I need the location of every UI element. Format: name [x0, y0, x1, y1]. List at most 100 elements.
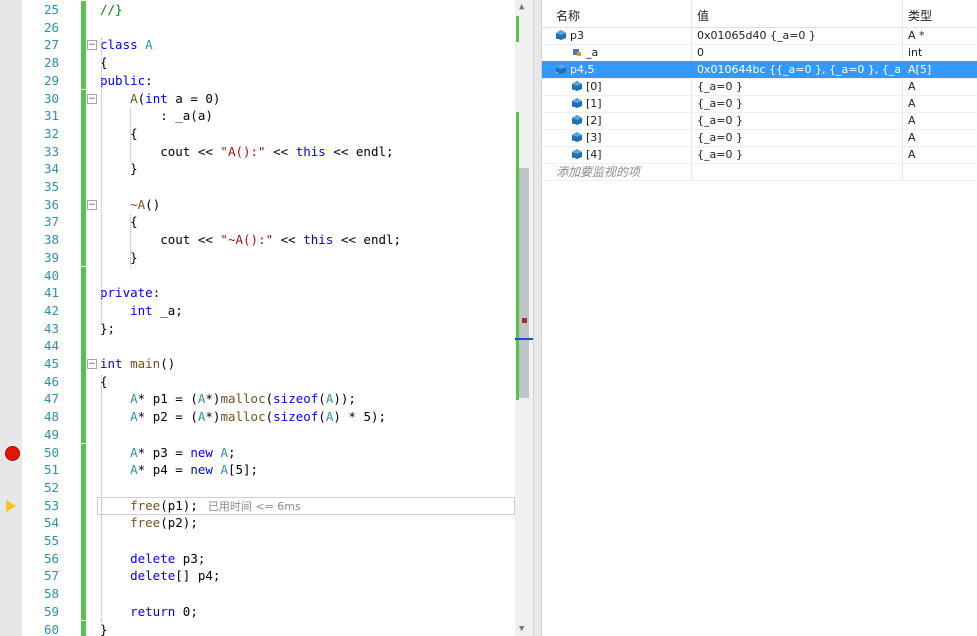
code-line[interactable]: 32 { — [0, 124, 515, 143]
code-line[interactable]: 51 A* p4 = new A[5]; — [0, 461, 515, 479]
code-text: A* p1 = (A*)malloc(sizeof(A)); — [130, 391, 356, 407]
line-number: 49 — [43, 426, 59, 442]
line-number: 48 — [43, 409, 59, 425]
code-line[interactable]: 48 A* p2 = (A*)malloc(sizeof(A) * 5); — [0, 408, 515, 426]
watch-name: _a — [586, 46, 599, 59]
code-line[interactable]: 35 — [0, 178, 515, 196]
column-header-type[interactable]: 类型 — [908, 7, 932, 24]
code-line[interactable]: 46{ — [0, 372, 515, 391]
code-line[interactable]: 43}; — [0, 319, 515, 338]
watch-row[interactable]: ▷[1]{_a=0 }A — [542, 95, 977, 113]
watch-value[interactable]: {_a=0 } — [697, 148, 900, 161]
watch-value[interactable]: 0x010644bc {{_a=0 }, {_a=0 }, {_a=0 }, {… — [697, 63, 900, 76]
scroll-up-arrow-icon[interactable]: ▲ — [519, 2, 524, 12]
change-indicator — [81, 142, 86, 161]
watch-row[interactable]: ▷[4]{_a=0 }A — [542, 146, 977, 164]
code-line[interactable]: 27 − class A — [0, 36, 515, 55]
editor-vertical-scrollbar[interactable]: ▲ ▼ — [515, 0, 533, 636]
watch-type: A[5] — [908, 63, 932, 76]
watch-value[interactable]: 0 — [697, 46, 900, 59]
watch-value[interactable]: 0x01065d40 {_a=0 } — [697, 29, 900, 42]
watch-value[interactable]: {_a=0 } — [697, 97, 900, 110]
watch-name: [4] — [586, 148, 602, 161]
collapse-icon[interactable]: − — [87, 199, 97, 210]
code-line[interactable]: 53 free(p1); 已用时间 <= 6ms — [0, 496, 515, 515]
line-number: 40 — [43, 267, 59, 283]
code-text: free(p2); — [130, 515, 198, 531]
object-icon — [572, 115, 582, 125]
change-indicator — [81, 461, 86, 479]
watch-name: [0] — [586, 80, 602, 93]
change-indicator — [81, 355, 86, 373]
code-line[interactable]: 49 — [0, 425, 515, 444]
code-line[interactable]: 50 A* p3 = new A; — [0, 443, 515, 462]
code-line[interactable]: 57 delete[] p4; — [0, 567, 515, 586]
watch-type: A — [908, 97, 916, 110]
code-text: : _a(a) — [100, 108, 213, 124]
code-text: cout << "A():" << this << endl; — [100, 143, 394, 159]
code-line[interactable]: 59 return 0; — [0, 602, 515, 621]
code-line[interactable]: 31 : _a(a) — [0, 107, 515, 125]
object-icon — [572, 81, 582, 91]
elapsed-time-hint: 已用时间 <= 6ms — [207, 499, 301, 513]
collapse-icon[interactable]: − — [87, 93, 97, 104]
line-number: 60 — [43, 621, 59, 636]
code-line[interactable]: 58 — [0, 585, 515, 603]
change-indicator — [81, 319, 86, 338]
code-line[interactable]: 41 private: — [0, 284, 515, 302]
line-number: 45 — [43, 356, 59, 371]
watch-row[interactable]: ▷[3]{_a=0 }A — [542, 129, 977, 147]
code-line[interactable]: 56 delete p3; — [0, 549, 515, 568]
watch-value[interactable]: {_a=0 } — [697, 114, 900, 127]
collapse-icon[interactable]: − — [87, 40, 97, 51]
line-number: 27 — [43, 37, 59, 53]
code-line[interactable]: 28{ — [0, 54, 515, 72]
code-line[interactable]: 47 A* p1 = (A*)malloc(sizeof(A)); — [0, 390, 515, 409]
change-indicator — [81, 107, 86, 125]
code-line[interactable]: 44 — [0, 337, 515, 355]
code-line[interactable]: 52 — [0, 478, 515, 497]
code-line[interactable]: 34 } — [0, 160, 515, 178]
collapse-icon[interactable]: − — [87, 359, 97, 369]
line-number: 32 — [43, 125, 59, 141]
change-indicator — [81, 425, 86, 444]
watch-row[interactable]: ▷[2]{_a=0 }A — [542, 112, 977, 130]
code-line[interactable]: 60} — [0, 620, 515, 636]
code-line[interactable]: 40 — [0, 266, 515, 285]
code-line[interactable]: 38 cout << "~A():" << this << endl; — [0, 231, 515, 249]
code-editor[interactable]: 25//} 26 27− class A 28{29 public: 30− A(int a… — [0, 0, 533, 636]
column-header-name[interactable]: 名称 — [556, 7, 580, 24]
code-line[interactable]: 29 public: — [0, 71, 515, 90]
column-header-value[interactable]: 值 — [697, 7, 709, 24]
line-number: 59 — [43, 603, 59, 619]
code-line[interactable]: 39 } — [0, 248, 515, 267]
code-line[interactable]: 42 int _a; — [0, 301, 515, 320]
watch-row[interactable]: ▷[0]{_a=0 }A — [542, 78, 977, 96]
watch-type: A * — [908, 29, 925, 42]
watch-type: int — [908, 46, 923, 59]
change-indicator — [81, 36, 86, 55]
watch-row[interactable]: ◢p4,50x010644bc {{_a=0 }, {_a=0 }, {_a=0… — [542, 61, 977, 79]
scroll-down-arrow-icon[interactable]: ▼ — [519, 624, 524, 634]
code-line[interactable]: 54 free(p2); — [0, 514, 515, 532]
object-icon — [556, 30, 566, 40]
watch-value[interactable]: {_a=0 } — [697, 131, 900, 144]
watch-row[interactable]: ◢p30x01065d40 {_a=0 }A * — [542, 27, 977, 45]
change-indicator — [81, 496, 86, 515]
watch-row[interactable]: _a 0 int — [542, 44, 977, 62]
scroll-thumb[interactable] — [519, 168, 529, 398]
add-watch-item[interactable]: 添加要监视的项 — [556, 163, 640, 180]
code-line[interactable]: 30 − A(int a = 0) — [0, 89, 515, 108]
code-line[interactable]: 33 cout << "A():" << this << endl; — [0, 142, 515, 161]
watch-value[interactable]: {_a=0 } — [697, 80, 900, 93]
instruction-pointer-icon[interactable] — [6, 499, 16, 512]
code-line[interactable]: 26 — [0, 18, 515, 37]
code-line[interactable]: 36 − ~A() — [0, 195, 515, 214]
code-line[interactable]: 37 { — [0, 213, 515, 232]
pane-splitter[interactable] — [533, 0, 542, 636]
code-line[interactable]: 25 //} — [0, 1, 515, 19]
code-text: } — [100, 249, 138, 265]
breakpoint-icon[interactable] — [5, 445, 20, 461]
code-line[interactable]: 55 — [0, 532, 515, 550]
code-line[interactable]: 45 − int main() — [0, 355, 515, 373]
